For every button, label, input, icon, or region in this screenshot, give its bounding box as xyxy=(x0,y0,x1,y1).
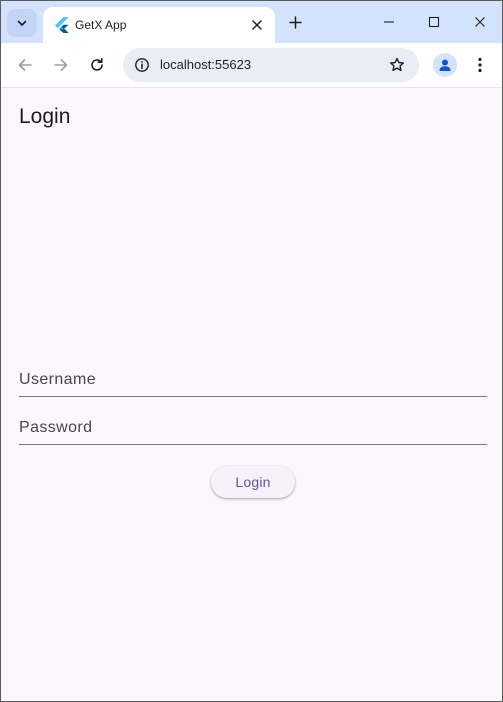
reload-icon xyxy=(91,58,103,71)
app-page: Login Login xyxy=(2,89,502,701)
tab-close-button[interactable] xyxy=(247,15,267,35)
tab-active[interactable]: GetX App xyxy=(43,7,275,43)
forward-button[interactable] xyxy=(47,51,75,79)
password-input[interactable] xyxy=(19,407,487,444)
arrow-left-icon xyxy=(18,59,32,71)
flutter-logo-icon xyxy=(55,17,69,33)
url-text[interactable]: localhost:55623 xyxy=(160,57,251,73)
chevron-down-icon xyxy=(17,20,27,26)
new-tab-button[interactable] xyxy=(283,10,307,34)
address-bar[interactable]: localhost:55623 xyxy=(123,48,419,82)
reload-button[interactable] xyxy=(83,51,111,79)
minimize-icon xyxy=(384,21,394,23)
bookmark-button[interactable] xyxy=(387,55,407,75)
browser-toolbar: localhost:55623 xyxy=(1,43,502,88)
site-info-button[interactable] xyxy=(131,54,153,76)
login-button[interactable]: Login xyxy=(211,466,295,498)
tab-search-button[interactable] xyxy=(7,9,37,37)
password-field[interactable] xyxy=(19,407,487,445)
page-title: Login xyxy=(19,105,71,128)
person-icon xyxy=(439,59,451,71)
more-vert-icon xyxy=(478,57,482,73)
profile-button[interactable] xyxy=(433,53,457,77)
plus-icon xyxy=(288,15,302,29)
maximize-icon xyxy=(428,16,440,28)
browser-menu-button[interactable] xyxy=(469,53,491,77)
maximize-button[interactable] xyxy=(412,7,456,37)
tab-title: GetX App xyxy=(75,18,127,32)
close-icon xyxy=(475,17,485,27)
window-close-button[interactable] xyxy=(458,7,502,37)
tab-strip: GetX App xyxy=(1,1,502,43)
info-icon xyxy=(135,58,149,72)
minimize-button[interactable] xyxy=(367,7,411,37)
arrow-right-icon xyxy=(54,59,68,71)
username-input[interactable] xyxy=(19,359,487,396)
browser-window: GetX App localhost:55623 Login Username … xyxy=(0,0,503,702)
back-button[interactable] xyxy=(11,51,39,79)
username-field[interactable] xyxy=(19,359,487,397)
close-icon xyxy=(252,20,262,30)
star-icon xyxy=(390,57,404,72)
